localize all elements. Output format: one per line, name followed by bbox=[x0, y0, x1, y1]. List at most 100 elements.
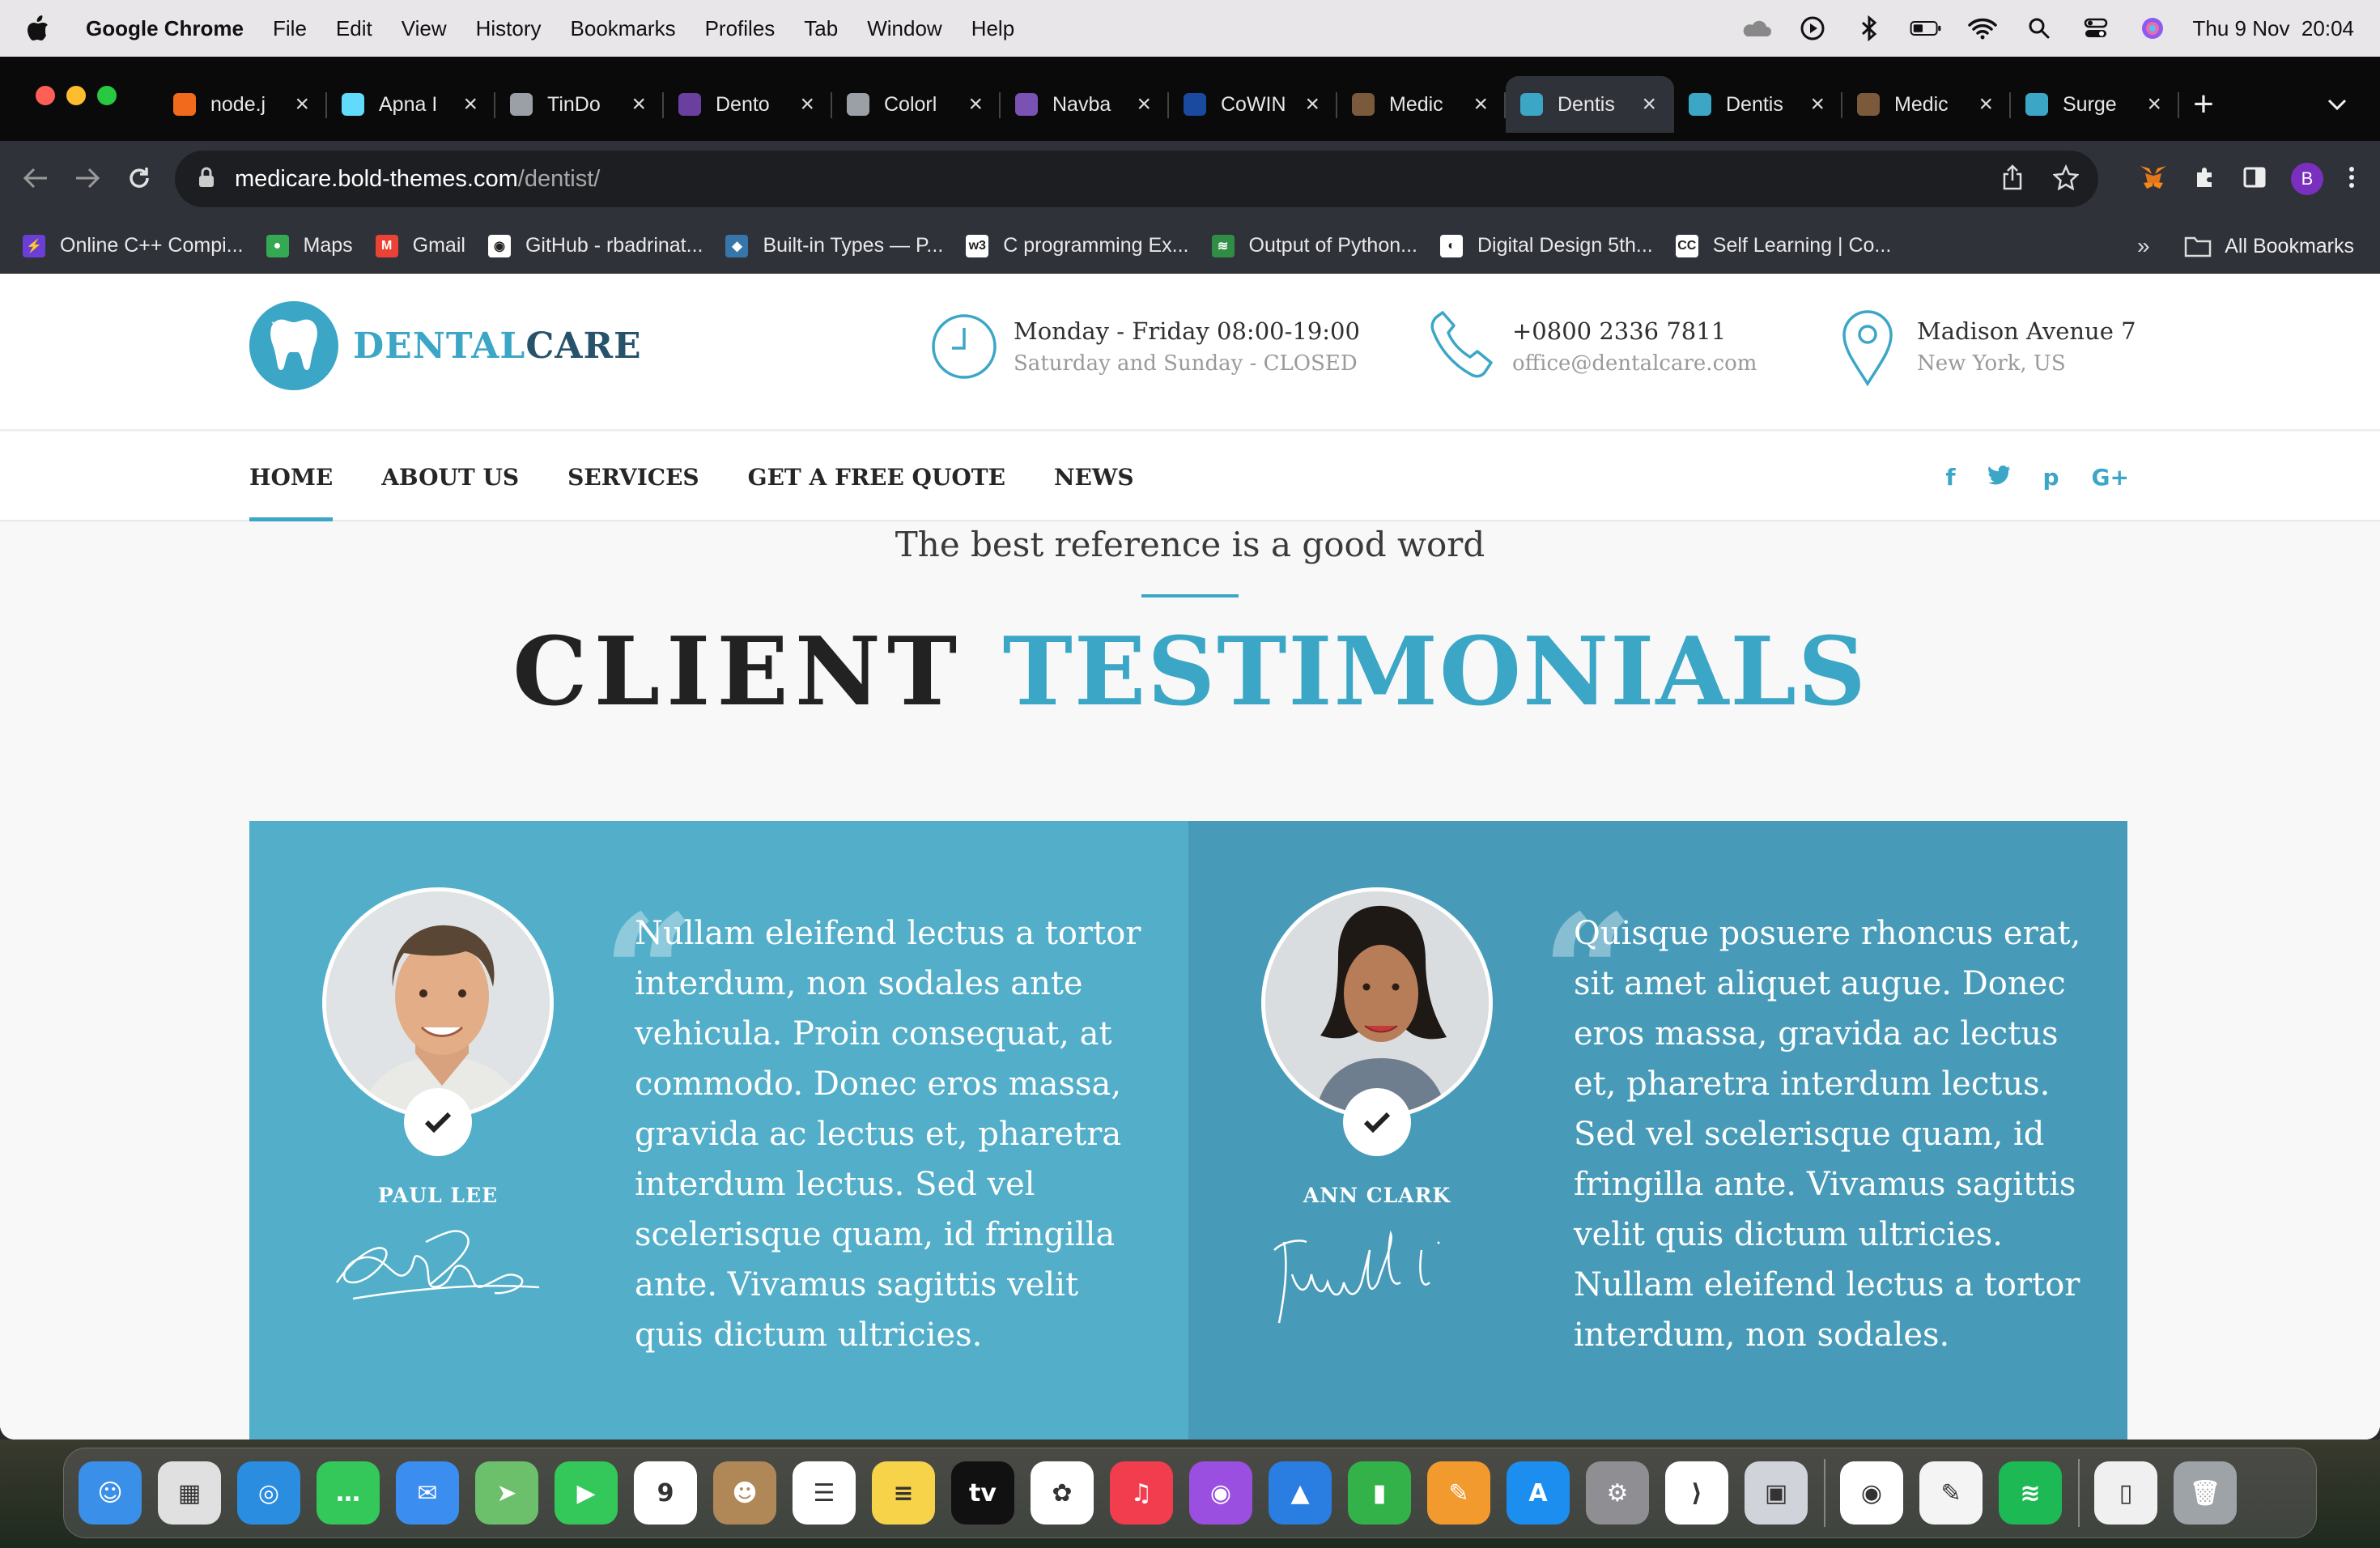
dock-app-music-icon[interactable]: ♫ bbox=[1110, 1461, 1173, 1525]
close-tab-icon[interactable]: × bbox=[631, 92, 646, 117]
browser-tab[interactable]: Medic × bbox=[1337, 76, 1506, 133]
apple-icon[interactable] bbox=[26, 15, 62, 42]
dock-app-finder-icon[interactable]: ☺ bbox=[79, 1461, 142, 1525]
share-icon[interactable] bbox=[2001, 164, 2024, 194]
bookmark-item[interactable]: ◆ Built-in Types — P... bbox=[725, 234, 943, 257]
dock-app-spotify-icon[interactable]: ≋ bbox=[1999, 1461, 2062, 1525]
kebab-menu-icon[interactable] bbox=[2348, 165, 2356, 194]
bookmark-item[interactable]: ⚡ Online C++ Compi... bbox=[23, 234, 244, 257]
google-plus-icon[interactable]: G+ bbox=[2092, 464, 2129, 491]
dock-app-pages-icon[interactable]: ✎ bbox=[1427, 1461, 1490, 1525]
zoom-window-button[interactable] bbox=[97, 86, 117, 105]
browser-tab[interactable]: Dento × bbox=[664, 76, 832, 133]
dock-app-tv-icon[interactable]: tv bbox=[951, 1461, 1014, 1525]
close-window-button[interactable] bbox=[36, 86, 55, 105]
close-tab-icon[interactable]: × bbox=[2147, 92, 2161, 117]
menu-view[interactable]: View bbox=[402, 16, 447, 41]
bookmark-star-icon[interactable] bbox=[2052, 164, 2080, 194]
minimize-window-button[interactable] bbox=[66, 86, 86, 105]
metamask-icon[interactable] bbox=[2139, 164, 2168, 195]
dock-app-app-store-icon[interactable]: A bbox=[1507, 1461, 1570, 1525]
extensions-puzzle-icon[interactable] bbox=[2192, 164, 2218, 194]
close-tab-icon[interactable]: × bbox=[1305, 92, 1320, 117]
menu-history[interactable]: History bbox=[476, 16, 542, 41]
browser-tab[interactable]: Medic × bbox=[1842, 76, 2011, 133]
clock[interactable]: Thu 9 Nov 20:04 bbox=[2193, 16, 2354, 41]
close-tab-icon[interactable]: × bbox=[1137, 92, 1151, 117]
browser-tab[interactable]: TinDo × bbox=[495, 76, 664, 133]
wifi-icon[interactable] bbox=[1966, 12, 1999, 45]
nav-about-us[interactable]: ABOUT US bbox=[381, 432, 519, 521]
close-tab-icon[interactable]: × bbox=[463, 92, 478, 117]
close-tab-icon[interactable]: × bbox=[800, 92, 814, 117]
play-circle-icon[interactable] bbox=[1796, 12, 1829, 45]
close-tab-icon[interactable]: × bbox=[968, 92, 983, 117]
dock-app-calendar-icon[interactable]: 9 bbox=[634, 1461, 697, 1525]
browser-tab[interactable]: Dentis × bbox=[1506, 76, 1674, 133]
menu-profiles[interactable]: Profiles bbox=[705, 16, 776, 41]
browser-tab[interactable]: node.j × bbox=[159, 76, 327, 133]
dock-app-maps-icon[interactable]: ➤ bbox=[475, 1461, 538, 1525]
close-tab-icon[interactable]: × bbox=[1810, 92, 1825, 117]
menu-tab[interactable]: Tab bbox=[804, 16, 838, 41]
side-panel-icon[interactable] bbox=[2242, 165, 2267, 194]
control-center-icon[interactable] bbox=[2080, 12, 2112, 45]
lock-icon[interactable] bbox=[198, 166, 225, 193]
browser-tab[interactable]: Navba × bbox=[1001, 76, 1169, 133]
pinterest-icon[interactable]: p bbox=[2043, 464, 2059, 491]
dock-app-keynote-icon[interactable]: ▲ bbox=[1269, 1461, 1332, 1525]
spotlight-search-icon[interactable] bbox=[2023, 12, 2055, 45]
new-tab-button[interactable]: + bbox=[2179, 76, 2228, 133]
menu-help[interactable]: Help bbox=[971, 16, 1014, 41]
phone-number[interactable]: +0800 2336 7811 bbox=[1512, 317, 1757, 345]
bluetooth-icon[interactable] bbox=[1853, 12, 1885, 45]
siri-icon[interactable] bbox=[2136, 12, 2169, 45]
tab-search-button[interactable] bbox=[2327, 76, 2348, 133]
bookmark-item[interactable]: w3 C programming Ex... bbox=[966, 234, 1189, 257]
bookmark-item[interactable]: ≋ Output of Python... bbox=[1211, 234, 1417, 257]
browser-tab[interactable]: CoWIN × bbox=[1169, 76, 1337, 133]
browser-tab[interactable]: Colorl × bbox=[832, 76, 1001, 133]
dock-app-notes-icon[interactable]: ≡ bbox=[872, 1461, 935, 1525]
menu-bookmarks[interactable]: Bookmarks bbox=[571, 16, 676, 41]
close-tab-icon[interactable]: × bbox=[1642, 92, 1656, 117]
profile-avatar[interactable]: B bbox=[2291, 163, 2323, 195]
dock-app-launchpad-icon[interactable]: ▦ bbox=[158, 1461, 221, 1525]
bookmarks-overflow-button[interactable]: » bbox=[2137, 219, 2150, 274]
dock-app-document-icon[interactable]: ▯ bbox=[2094, 1461, 2157, 1525]
dock-app-vs-code-icon[interactable]: ⟩ bbox=[1665, 1461, 1728, 1525]
twitter-icon[interactable] bbox=[1987, 464, 2011, 491]
browser-tab[interactable]: Surge × bbox=[2011, 76, 2179, 133]
all-bookmarks-button[interactable]: All Bookmarks bbox=[2184, 219, 2354, 274]
browser-tab[interactable]: Dentis × bbox=[1674, 76, 1842, 133]
nav-get-a-free-quote[interactable]: GET A FREE QUOTE bbox=[748, 432, 1005, 521]
facebook-icon[interactable]: f bbox=[1945, 464, 1955, 491]
close-tab-icon[interactable]: × bbox=[1978, 92, 1993, 117]
dock-app-messages-icon[interactable]: … bbox=[317, 1461, 380, 1525]
dock-app-safari-icon[interactable]: ◎ bbox=[237, 1461, 300, 1525]
close-tab-icon[interactable]: × bbox=[1473, 92, 1488, 117]
dock-app-system-settings-icon[interactable]: ⚙ bbox=[1586, 1461, 1649, 1525]
dock-app-podcasts-icon[interactable]: ◉ bbox=[1189, 1461, 1252, 1525]
dock-app-trash-icon[interactable]: 🗑 bbox=[2174, 1461, 2237, 1525]
email-address[interactable]: office@dentalcare.com bbox=[1512, 351, 1757, 376]
address-bar[interactable]: medicare.bold-themes.com/dentist/ bbox=[175, 151, 2098, 207]
dock-app-numbers-icon[interactable]: ▮ bbox=[1348, 1461, 1411, 1525]
bookmark-item[interactable]: M Gmail bbox=[375, 234, 465, 257]
cloud-icon[interactable] bbox=[1740, 12, 1772, 45]
back-button[interactable] bbox=[16, 159, 55, 198]
bookmark-item[interactable]: ◐ Digital Design 5th... bbox=[1439, 234, 1653, 257]
battery-icon[interactable] bbox=[1910, 12, 1942, 45]
dock-app-preview-icon[interactable]: ▣ bbox=[1745, 1461, 1808, 1525]
app-menu[interactable]: Google Chrome bbox=[86, 16, 244, 41]
site-logo[interactable]: DENTALCARE bbox=[249, 301, 642, 390]
menu-file[interactable]: File bbox=[273, 16, 307, 41]
close-tab-icon[interactable]: × bbox=[295, 92, 309, 117]
dock-app-photos-icon[interactable]: ✿ bbox=[1031, 1461, 1094, 1525]
dock-app-contacts-icon[interactable]: ☻ bbox=[713, 1461, 776, 1525]
dock-app-reminders-icon[interactable]: ☰ bbox=[793, 1461, 856, 1525]
bookmark-item[interactable]: ◉ GitHub - rbadrinat... bbox=[487, 234, 703, 257]
browser-tab[interactable]: Apna I × bbox=[327, 76, 495, 133]
menu-edit[interactable]: Edit bbox=[336, 16, 372, 41]
nav-news[interactable]: NEWS bbox=[1054, 432, 1134, 521]
